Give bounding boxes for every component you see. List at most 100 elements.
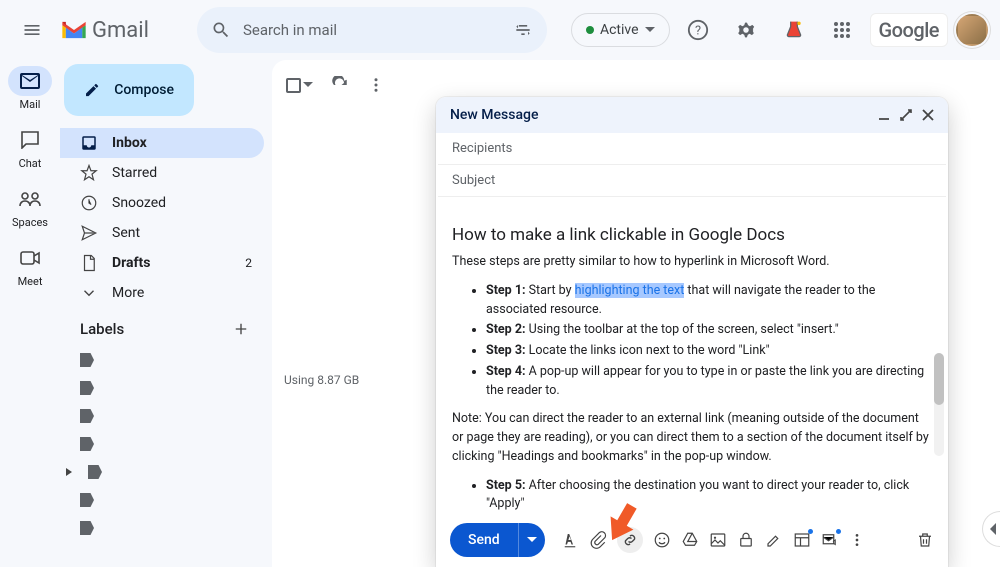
- label-tag-icon: [80, 521, 94, 535]
- drive-button[interactable]: [681, 531, 699, 549]
- label-item[interactable]: [60, 430, 264, 458]
- gmail-logo[interactable]: Gmail: [60, 18, 149, 43]
- send-button[interactable]: Send: [450, 523, 518, 557]
- header-actions: ? Google: [678, 10, 988, 50]
- chevron-down-icon: [527, 537, 537, 543]
- svg-text:?: ?: [694, 24, 700, 39]
- schedule-icon: [821, 531, 839, 549]
- send-options-button[interactable]: [518, 523, 545, 557]
- mail-icon: [20, 73, 40, 89]
- app-header: Gmail Active ? Google: [0, 0, 1000, 60]
- search-input[interactable]: [243, 21, 501, 39]
- schedule-button[interactable]: [821, 531, 839, 549]
- status-chip[interactable]: Active: [571, 13, 670, 47]
- close-button[interactable]: [922, 109, 934, 121]
- google-logo[interactable]: Google: [870, 13, 948, 47]
- rail-mail[interactable]: Mail: [8, 66, 52, 111]
- rail-meet[interactable]: Meet: [8, 243, 52, 288]
- folder-starred[interactable]: Starred: [60, 158, 264, 188]
- recipients-field[interactable]: Recipients: [438, 133, 946, 165]
- emoji-button[interactable]: [653, 531, 671, 549]
- signature-button[interactable]: [765, 531, 783, 549]
- chevron-down-icon: [303, 80, 313, 90]
- chevron-down-icon: [80, 284, 98, 302]
- step-1: Step 1: Start by highlighting the text t…: [486, 282, 932, 320]
- label-tag-icon: [80, 353, 94, 367]
- link-icon: [621, 531, 639, 549]
- apps-button[interactable]: [822, 10, 862, 50]
- label-tag-icon: [88, 465, 102, 479]
- label-item[interactable]: [60, 486, 264, 514]
- label-item[interactable]: [60, 346, 264, 374]
- layout-button[interactable]: [793, 531, 811, 549]
- folder-drafts[interactable]: Drafts 2: [60, 248, 264, 278]
- body-scrollbar[interactable]: [934, 353, 944, 456]
- trash-icon: [916, 531, 934, 549]
- pencil-icon: [84, 80, 100, 100]
- popout-button[interactable]: [900, 109, 912, 121]
- support-button[interactable]: ?: [678, 10, 718, 50]
- apps-grid-icon: [833, 21, 851, 39]
- labels-heading: Labels: [60, 308, 264, 346]
- attach-button[interactable]: [589, 531, 607, 549]
- chat-icon: [20, 131, 40, 149]
- label-item[interactable]: [60, 458, 264, 486]
- compose-footer: Send: [436, 512, 948, 567]
- minimize-button[interactable]: [878, 109, 890, 121]
- formatting-button[interactable]: [561, 531, 579, 549]
- compose-titlebar[interactable]: New Message: [436, 97, 948, 133]
- step-3: Step 3: Locate the links icon next to th…: [486, 342, 932, 361]
- labels-list: [60, 346, 264, 542]
- status-label: Active: [600, 22, 639, 38]
- labs-button[interactable]: [774, 10, 814, 50]
- folder-snoozed[interactable]: Snoozed: [60, 188, 264, 218]
- main-menu-button[interactable]: [12, 10, 52, 50]
- label-tag-icon: [80, 409, 94, 423]
- storage-text: Using 8.87 GB: [284, 373, 359, 387]
- body-intro: These steps are pretty similar to how to…: [452, 253, 932, 272]
- rail-chat[interactable]: Chat: [8, 125, 52, 170]
- clock-icon: [80, 194, 98, 212]
- folder-more[interactable]: More: [60, 278, 264, 308]
- label-item[interactable]: [60, 514, 264, 542]
- folder-list: Inbox Starred Snoozed Sent Drafts 2 M: [60, 128, 264, 308]
- active-status-dot: [586, 26, 594, 34]
- add-label-button[interactable]: [232, 320, 250, 338]
- insert-link-button[interactable]: [617, 527, 643, 553]
- select-all-checkbox[interactable]: [286, 78, 313, 93]
- search-bar[interactable]: [197, 7, 547, 53]
- more-options-button[interactable]: [849, 532, 865, 548]
- label-tag-icon: [80, 437, 94, 451]
- label-tag-icon: [80, 493, 94, 507]
- meet-icon: [20, 251, 40, 265]
- help-icon: ?: [687, 19, 709, 41]
- step-2: Step 2: Using the toolbar at the top of …: [486, 321, 932, 340]
- rail-spaces[interactable]: Spaces: [8, 184, 52, 229]
- chevron-left-icon: [987, 523, 997, 535]
- settings-button[interactable]: [726, 10, 766, 50]
- insert-photo-button[interactable]: [709, 531, 727, 549]
- spaces-icon: [19, 191, 41, 207]
- chevron-down-icon: [645, 25, 655, 35]
- folder-inbox[interactable]: Inbox: [60, 128, 264, 158]
- gear-icon: [735, 19, 757, 41]
- body-note: Note: You can direct the reader to an ex…: [452, 410, 932, 466]
- step-4: Step 4: A pop-up will appear for you to …: [486, 363, 932, 401]
- compose-title: New Message: [450, 107, 538, 123]
- subject-field[interactable]: Subject: [438, 165, 946, 197]
- label-item[interactable]: [60, 374, 264, 402]
- compose-button[interactable]: Compose: [64, 64, 194, 116]
- account-avatar[interactable]: [956, 14, 988, 46]
- hamburger-icon: [22, 20, 42, 40]
- label-item[interactable]: [60, 402, 264, 430]
- confidential-button[interactable]: [737, 531, 755, 549]
- star-icon: [80, 164, 98, 182]
- discard-button[interactable]: [916, 531, 934, 549]
- folder-sent[interactable]: Sent: [60, 218, 264, 248]
- more-button[interactable]: [367, 76, 385, 94]
- label-tag-icon: [80, 381, 94, 395]
- app-rail: Mail Chat Spaces Meet: [0, 60, 60, 567]
- search-options-icon[interactable]: [513, 20, 533, 40]
- refresh-button[interactable]: [331, 76, 349, 94]
- compose-body[interactable]: How to make a link clickable in Google D…: [436, 197, 948, 512]
